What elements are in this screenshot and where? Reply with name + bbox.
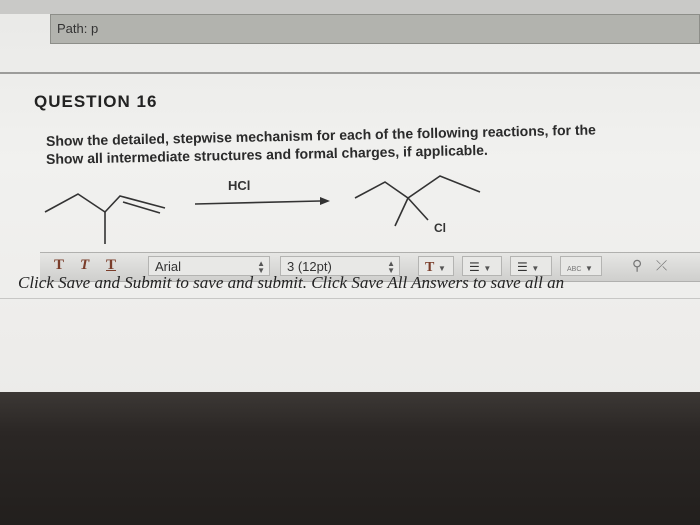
product-structure (354, 175, 481, 227)
link-icon[interactable]: ⚲ (632, 257, 642, 274)
italic-button[interactable]: T (80, 257, 89, 274)
save-instructions: Click Save and Submit to save and submit… (18, 273, 565, 292)
monitor-bezel (0, 392, 700, 525)
browser-screen: Path: p QUESTION 16 Show the detailed, s… (0, 0, 700, 400)
reagent-label: HCl (228, 178, 250, 193)
dropdown-icon: ▼ (437, 264, 446, 273)
bold-button[interactable]: T (54, 257, 64, 274)
path-label: Path: p (57, 21, 99, 36)
dropdown-icon: ▼ (531, 264, 540, 273)
dropdown-icon: ▼ (585, 264, 593, 273)
reaction-scheme: HCl Cl (44, 175, 481, 244)
bullet-list-icon: ☰ (469, 260, 480, 274)
chlorine-label: Cl (434, 221, 446, 235)
divider (0, 72, 700, 74)
question-title: QUESTION 16 (34, 92, 158, 111)
underline-button[interactable]: T (106, 257, 116, 274)
reaction-arrow (194, 197, 330, 205)
reactant-structure (44, 193, 166, 244)
select-arrows-icon: ▲ ▼ (257, 259, 265, 275)
dropdown-icon: ▼ (483, 264, 492, 273)
font-family-value: Arial (155, 259, 182, 274)
footer-divider (0, 298, 700, 299)
spellcheck-button[interactable]: ABC ▼ (560, 256, 602, 276)
unlink-icon[interactable]: ⤫ (656, 257, 667, 274)
font-size-value: 3 (12pt) (287, 259, 332, 274)
numbered-list-icon: ☰ (517, 260, 528, 274)
select-arrows-icon: ▲ ▼ (387, 259, 395, 275)
path-bar: Path: p (50, 14, 700, 44)
spellcheck-icon: ABC (567, 266, 582, 273)
top-bar (0, 0, 700, 14)
